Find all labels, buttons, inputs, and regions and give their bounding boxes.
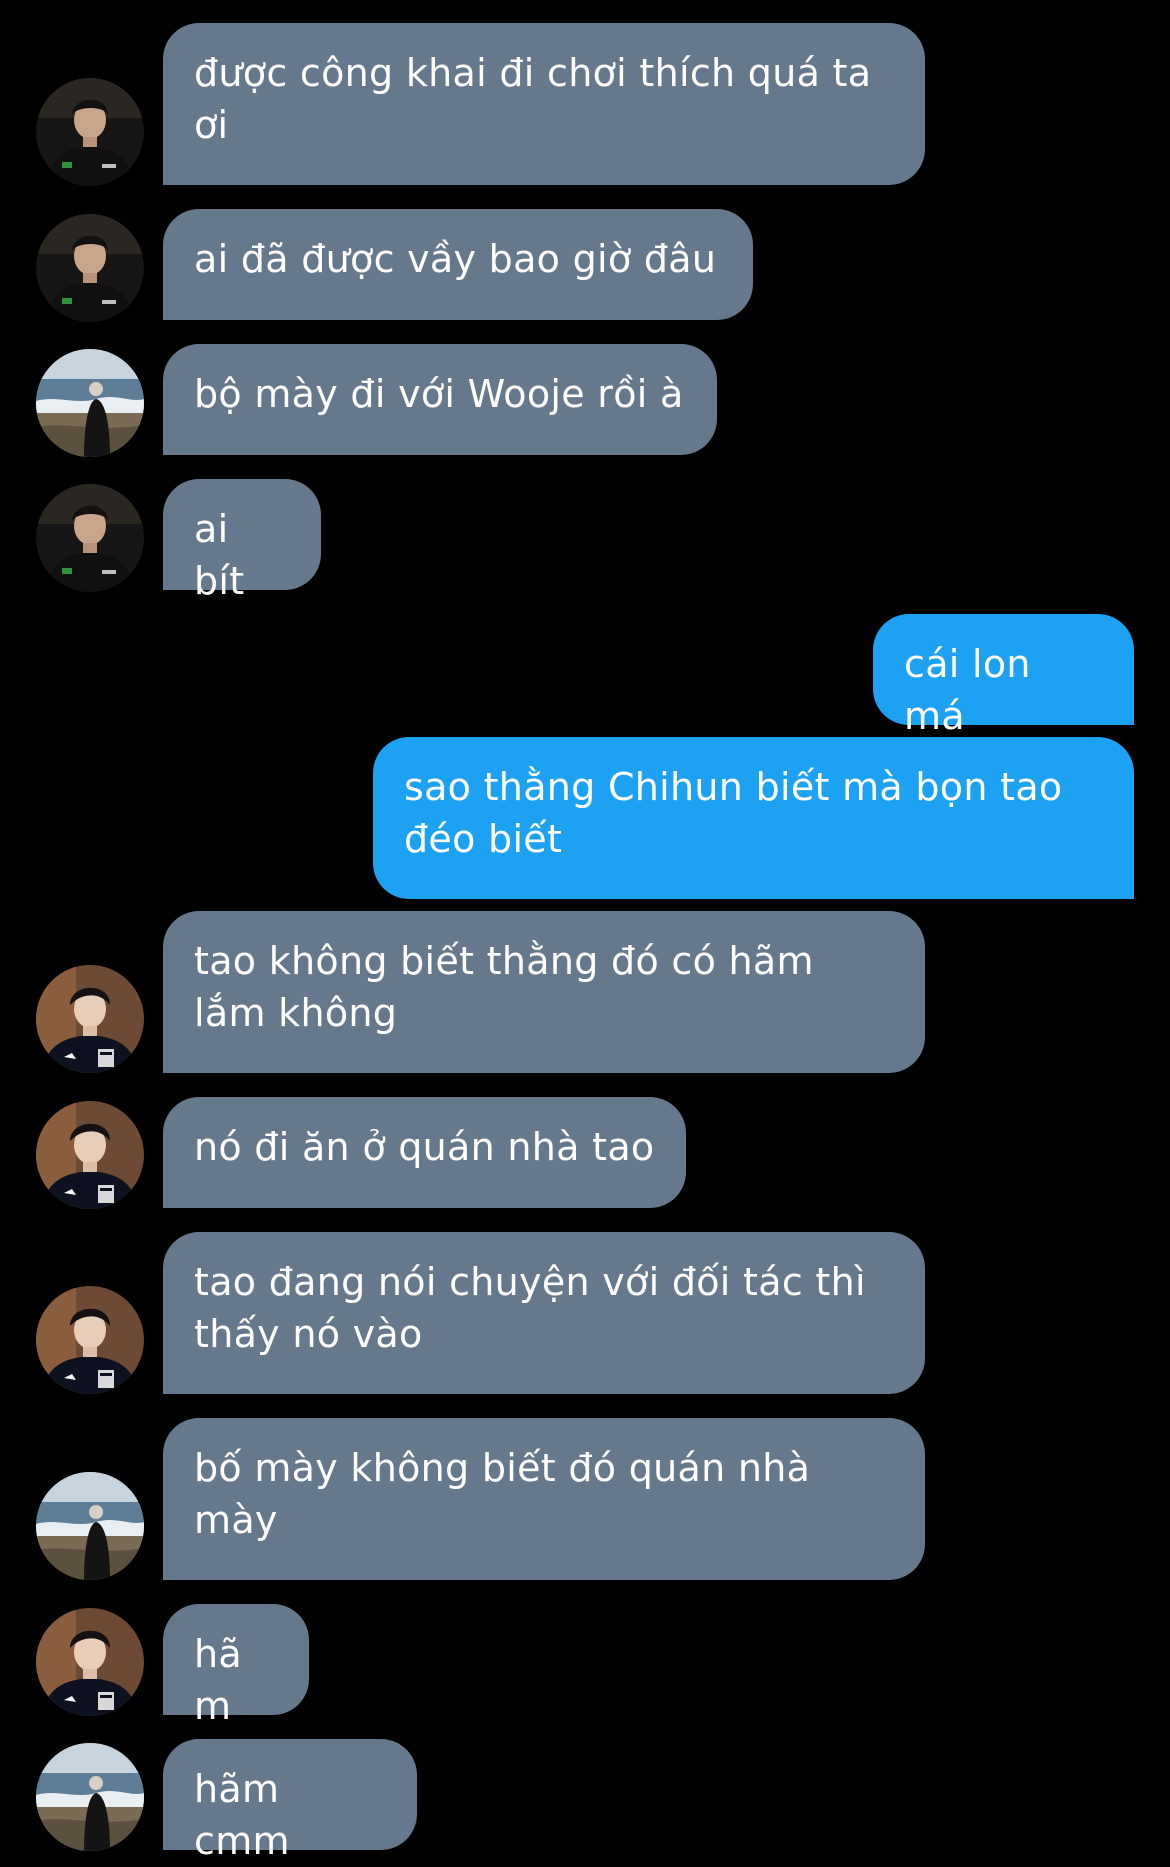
message-text: bộ mày đi với Wooje rồi à xyxy=(194,372,684,416)
message-bubble-incoming[interactable]: tao đang nói chuyện với đối tác thì thấy… xyxy=(163,1232,925,1394)
message-bubble-incoming[interactable]: nó đi ăn ở quán nhà tao xyxy=(163,1097,686,1208)
message-text: hãm xyxy=(194,1632,242,1728)
dark-jersey-avatar-icon xyxy=(36,214,144,322)
avatar[interactable] xyxy=(36,1101,144,1209)
beach-avatar-icon xyxy=(36,1472,144,1580)
message-text: tao không biết thằng đó có hãm lắm không xyxy=(194,939,814,1035)
puma-shirt-avatar-icon xyxy=(36,1608,144,1716)
message-bubble-incoming[interactable]: bộ mày đi với Wooje rồi à xyxy=(163,344,717,455)
message-text: cái lon má xyxy=(904,642,1031,738)
message-bubble-incoming[interactable]: hãm cmm xyxy=(163,1739,417,1863)
avatar[interactable] xyxy=(36,349,144,457)
puma-shirt-avatar-icon xyxy=(36,965,144,1073)
avatar[interactable] xyxy=(36,1286,144,1394)
avatar[interactable] xyxy=(36,1472,144,1580)
avatar[interactable] xyxy=(36,78,144,186)
message-text: sao thằng Chihun biết mà bọn tao đéo biế… xyxy=(404,765,1063,861)
message-bubble-incoming[interactable]: được công khai đi chơi thích quá ta ơi xyxy=(163,23,925,185)
message-text: được công khai đi chơi thích quá ta ơi xyxy=(194,51,872,147)
message-bubble-incoming[interactable]: ai bít xyxy=(163,479,321,603)
avatar[interactable] xyxy=(36,965,144,1073)
message-bubble-incoming[interactable]: ai đã được vầy bao giờ đâu xyxy=(163,209,753,320)
dark-jersey-avatar-icon xyxy=(36,78,144,186)
chat-thread[interactable]: được công khai đi chơi thích quá ta ơi a… xyxy=(0,0,1170,1863)
message-text: nó đi ăn ở quán nhà tao xyxy=(194,1125,655,1169)
message-bubble-incoming[interactable]: tao không biết thằng đó có hãm lắm không xyxy=(163,911,925,1073)
message-bubble-incoming[interactable]: hãm xyxy=(163,1604,309,1728)
message-bubble-incoming[interactable]: bố mày không biết đó quán nhà mày xyxy=(163,1418,925,1580)
beach-avatar-icon xyxy=(36,349,144,457)
message-bubble-outgoing[interactable]: sao thằng Chihun biết mà bọn tao đéo biế… xyxy=(373,737,1134,899)
message-text: bố mày không biết đó quán nhà mày xyxy=(194,1446,811,1542)
message-text: tao đang nói chuyện với đối tác thì thấy… xyxy=(194,1260,866,1356)
puma-shirt-avatar-icon xyxy=(36,1286,144,1394)
avatar[interactable] xyxy=(36,1743,144,1851)
avatar[interactable] xyxy=(36,214,144,322)
message-text: ai bít xyxy=(194,507,245,603)
beach-avatar-icon xyxy=(36,1743,144,1851)
puma-shirt-avatar-icon xyxy=(36,1101,144,1209)
message-text: hãm cmm xyxy=(194,1767,290,1863)
message-bubble-outgoing[interactable]: cái lon má xyxy=(873,614,1134,738)
avatar[interactable] xyxy=(36,1608,144,1716)
message-text: ai đã được vầy bao giờ đâu xyxy=(194,237,717,281)
avatar[interactable] xyxy=(36,484,144,592)
dark-jersey-avatar-icon xyxy=(36,484,144,592)
